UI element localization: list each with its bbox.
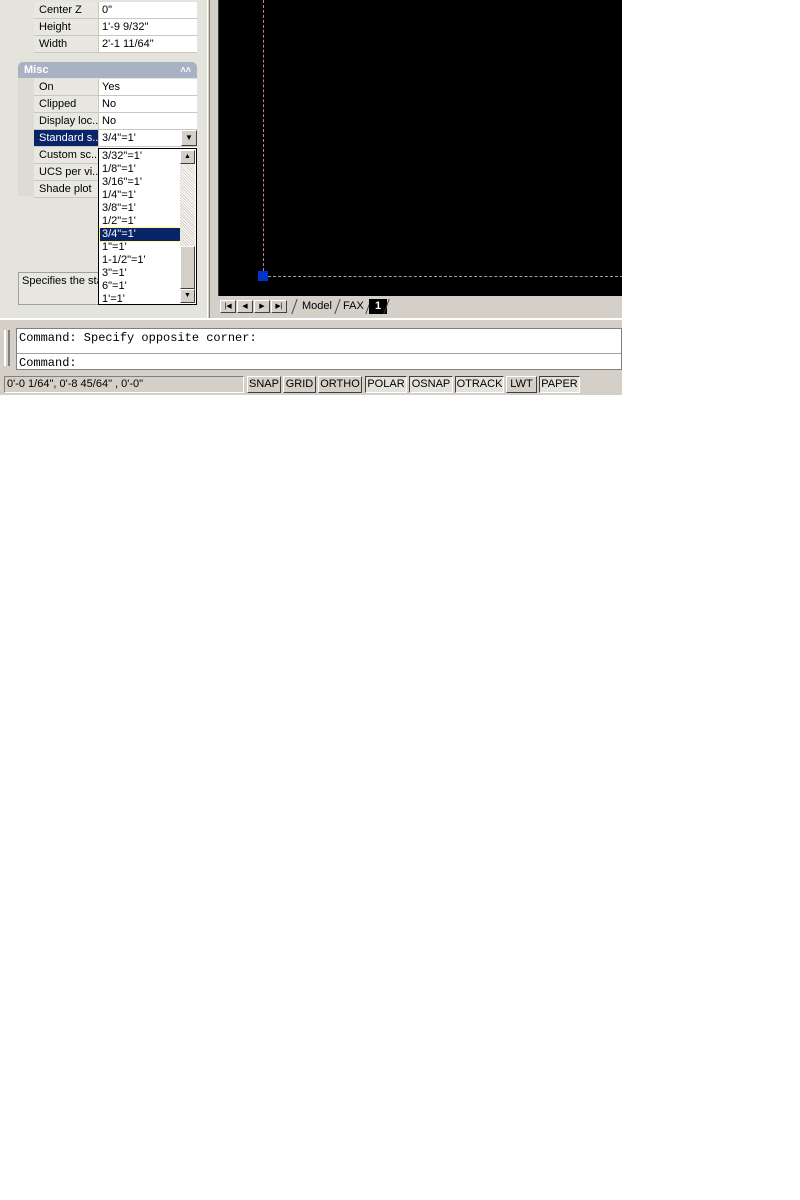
polar-toggle[interactable]: POLAR xyxy=(365,376,407,393)
coordinates-readout[interactable]: 0'-0 1/64", 0'-8 45/64" , 0'-0" xyxy=(4,376,244,393)
drawing-canvas[interactable] xyxy=(218,0,622,296)
property-value[interactable]: 1'-9 9/32" xyxy=(99,19,197,35)
viewport-bottom-edge xyxy=(263,276,622,277)
dropdown-option[interactable]: 6"=1' xyxy=(100,280,180,293)
property-name: Center Z xyxy=(34,2,99,18)
last-tab-icon[interactable]: ▶| xyxy=(271,300,287,313)
command-history-line: Command: Specify opposite corner: xyxy=(19,331,257,345)
misc-header-label: Misc xyxy=(24,64,49,76)
dropdown-option[interactable]: 1/4"=1' xyxy=(100,189,180,202)
property-value[interactable]: No xyxy=(99,113,197,129)
next-tab-icon[interactable]: ▶ xyxy=(254,300,270,313)
dropdown-option[interactable]: 3/16"=1' xyxy=(100,176,180,189)
standard-scale-combobox[interactable]: 3/4"=1' ▼ xyxy=(99,130,197,146)
dropdown-option-selected[interactable]: 3/4"=1' xyxy=(99,227,181,242)
viewport-grip-handle[interactable] xyxy=(258,271,268,281)
property-name: Standard s... xyxy=(34,130,99,146)
property-value[interactable]: 2'-1 11/64" xyxy=(99,36,197,52)
dropdown-option[interactable]: 1-1/2"=1' xyxy=(100,254,180,267)
property-value[interactable]: 0" xyxy=(99,2,197,18)
property-row-standard-scale[interactable]: Standard s... 3/4"=1' ▼ xyxy=(34,130,197,147)
layout-tab-bar: |◀ ◀ ▶ ▶| Model FAX 1 xyxy=(218,297,622,315)
dropdown-option[interactable]: 1/8"=1' xyxy=(100,163,180,176)
status-bar: 0'-0 1/64", 0'-8 45/64" , 0'-0" SNAP GRI… xyxy=(0,372,622,395)
first-tab-icon[interactable]: |◀ xyxy=(220,300,236,313)
dropdown-option[interactable]: 1/2"=1' xyxy=(100,215,180,228)
combobox-value: 3/4"=1' xyxy=(102,132,136,144)
dropdown-option[interactable]: 3/8"=1' xyxy=(100,202,180,215)
property-name: Custom sc... xyxy=(34,147,99,163)
dropdown-option[interactable]: 3/32"=1' xyxy=(100,150,180,163)
command-window: Command: Specify opposite corner: Comman… xyxy=(0,318,622,370)
dropdown-option[interactable]: 3"=1' xyxy=(100,267,180,280)
autocad-window: Center Z 0" Height 1'-9 9/32" Width 2'-1… xyxy=(0,0,622,395)
scrollbar-thumb[interactable] xyxy=(180,246,195,289)
property-name: Height xyxy=(34,19,99,35)
dropdown-arrow-icon[interactable]: ▼ xyxy=(181,130,197,146)
dropdown-scrollbar[interactable]: ▲ ▼ xyxy=(180,150,195,303)
scroll-down-arrow-icon[interactable]: ▼ xyxy=(180,289,195,303)
property-row-on[interactable]: On Yes xyxy=(34,79,197,96)
collapse-chevron-icon[interactable]: ˄˄ xyxy=(180,62,191,78)
property-name: UCS per vi... xyxy=(34,164,99,180)
tab-model[interactable]: Model xyxy=(296,299,338,314)
paper-toggle[interactable]: PAPER xyxy=(539,376,580,393)
prev-tab-icon[interactable]: ◀ xyxy=(237,300,253,313)
standard-scale-dropdown-list[interactable]: 3/32"=1' 1/8"=1' 3/16"=1' 1/4"=1' 3/8"=1… xyxy=(98,148,197,305)
property-row-center-z[interactable]: Center Z 0" xyxy=(34,2,197,19)
property-row-height[interactable]: Height 1'-9 9/32" xyxy=(34,19,197,36)
category-gutter xyxy=(18,78,34,196)
property-name: Width xyxy=(34,36,99,52)
property-name: Display loc... xyxy=(34,113,99,129)
property-row-width[interactable]: Width 2'-1 11/64" xyxy=(34,36,197,53)
dropdown-option[interactable]: 1'=1' xyxy=(100,293,180,306)
property-row-display-locked[interactable]: Display loc... No xyxy=(34,113,197,130)
viewport-left-edge xyxy=(263,0,264,276)
snap-toggle[interactable]: SNAP xyxy=(247,376,281,393)
command-history[interactable]: Command: Specify opposite corner: Comman… xyxy=(16,328,622,370)
dropdown-option[interactable]: 1"=1' xyxy=(100,241,180,254)
lwt-toggle[interactable]: LWT xyxy=(506,376,537,393)
osnap-toggle[interactable]: OSNAP xyxy=(409,376,453,393)
command-prompt[interactable]: Command: xyxy=(19,355,77,371)
property-value[interactable]: No xyxy=(99,96,197,112)
property-name: Shade plot xyxy=(34,181,99,197)
properties-palette: Center Z 0" Height 1'-9 9/32" Width 2'-1… xyxy=(0,0,210,318)
property-row-clipped[interactable]: Clipped No xyxy=(34,96,197,113)
property-name: On xyxy=(34,79,99,95)
otrack-toggle[interactable]: OTRACK xyxy=(455,376,504,393)
scrollbar-track[interactable] xyxy=(180,164,195,246)
property-name: Clipped xyxy=(34,96,99,112)
command-divider xyxy=(17,353,621,354)
misc-category-header[interactable]: Misc ˄˄ xyxy=(18,62,197,78)
command-window-grip[interactable] xyxy=(4,330,10,366)
grid-toggle[interactable]: GRID xyxy=(283,376,316,393)
ortho-toggle[interactable]: ORTHO xyxy=(318,376,362,393)
palette-splitter[interactable] xyxy=(207,0,210,318)
property-value[interactable]: Yes xyxy=(99,79,197,95)
scroll-up-arrow-icon[interactable]: ▲ xyxy=(180,150,195,164)
